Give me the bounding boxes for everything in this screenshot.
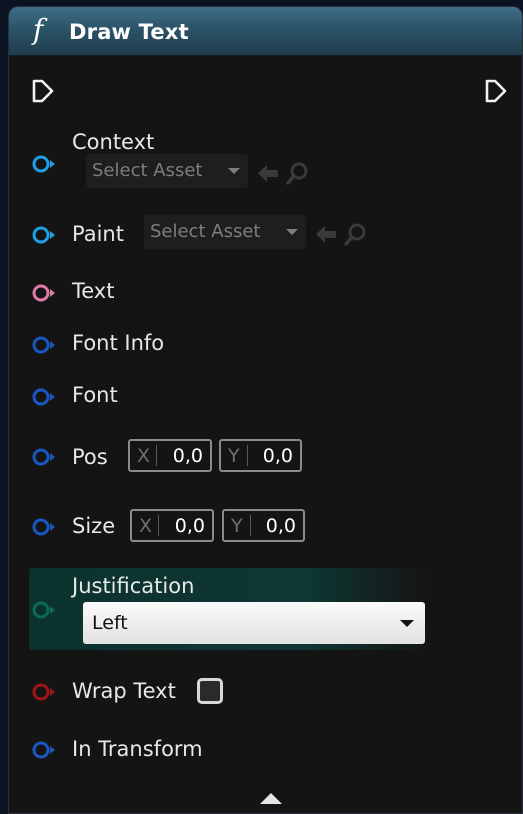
justification-label: Justification bbox=[72, 574, 195, 598]
pos-x-field[interactable]: X 0,0 bbox=[128, 439, 212, 472]
pos-pin-icon[interactable] bbox=[31, 446, 57, 468]
size-x-axis: X bbox=[139, 515, 153, 537]
pos-x-axis: X bbox=[137, 445, 151, 467]
font-label: Font bbox=[72, 383, 118, 407]
size-y-axis: Y bbox=[231, 515, 243, 537]
magnifier-icon[interactable] bbox=[286, 162, 308, 185]
context-pin-icon[interactable] bbox=[31, 153, 57, 175]
in-transform-label: In Transform bbox=[72, 737, 203, 761]
context-label: Context bbox=[72, 130, 155, 154]
exec-out-pin-icon[interactable] bbox=[484, 78, 508, 104]
exec-in-pin-icon[interactable] bbox=[31, 78, 55, 104]
arrow-left-icon[interactable] bbox=[258, 165, 278, 182]
wrap-text-pin-icon[interactable] bbox=[31, 681, 57, 703]
divider bbox=[250, 515, 251, 536]
chevron-down-icon bbox=[228, 168, 240, 174]
paint-asset-text: Select Asset bbox=[150, 221, 261, 242]
wrap-text-checkbox[interactable] bbox=[197, 678, 223, 704]
chevron-down-icon bbox=[286, 229, 298, 235]
divider bbox=[156, 445, 157, 466]
paint-asset-picker[interactable]: Select Asset bbox=[144, 215, 306, 249]
pos-x-value: 0,0 bbox=[172, 445, 203, 467]
font-info-label: Font Info bbox=[72, 331, 165, 355]
context-asset-picker[interactable]: Select Asset bbox=[86, 154, 248, 188]
draw-text-node[interactable]: f Draw Text Context Select Asset Paint S… bbox=[8, 6, 523, 814]
collapse-triangle-icon[interactable] bbox=[260, 793, 282, 804]
pos-label: Pos bbox=[72, 445, 108, 469]
function-icon: f bbox=[33, 13, 44, 46]
size-y-field[interactable]: Y 0,0 bbox=[222, 509, 305, 542]
context-asset-actions bbox=[258, 162, 308, 185]
pos-y-axis: Y bbox=[228, 445, 240, 467]
size-label: Size bbox=[72, 514, 116, 538]
context-asset-text: Select Asset bbox=[92, 160, 203, 181]
size-y-value: 0,0 bbox=[265, 515, 296, 537]
pos-y-field[interactable]: Y 0,0 bbox=[219, 439, 302, 472]
font-pin-icon[interactable] bbox=[31, 386, 57, 408]
size-x-value: 0,0 bbox=[174, 515, 205, 537]
justification-pin-icon[interactable] bbox=[31, 599, 57, 621]
font-info-pin-icon[interactable] bbox=[31, 334, 57, 356]
text-pin-icon[interactable] bbox=[31, 282, 57, 304]
in-transform-pin-icon[interactable] bbox=[31, 739, 57, 761]
node-title: Draw Text bbox=[69, 20, 189, 44]
divider bbox=[247, 445, 248, 466]
justification-selected: Left bbox=[92, 612, 128, 634]
size-pin-icon[interactable] bbox=[31, 516, 57, 538]
size-x-field[interactable]: X 0,0 bbox=[130, 509, 214, 542]
wrap-text-label: Wrap Text bbox=[72, 679, 176, 703]
chevron-down-icon bbox=[400, 620, 414, 627]
paint-label: Paint bbox=[72, 222, 124, 246]
divider bbox=[158, 515, 159, 536]
node-header[interactable]: f Draw Text bbox=[9, 7, 522, 56]
magnifier-icon[interactable] bbox=[344, 223, 366, 246]
justification-dropdown[interactable]: Left bbox=[83, 602, 425, 644]
paint-asset-actions bbox=[316, 223, 366, 246]
arrow-left-icon[interactable] bbox=[316, 226, 336, 243]
text-label: Text bbox=[72, 279, 115, 303]
paint-pin-icon[interactable] bbox=[31, 224, 57, 246]
pos-y-value: 0,0 bbox=[262, 445, 293, 467]
